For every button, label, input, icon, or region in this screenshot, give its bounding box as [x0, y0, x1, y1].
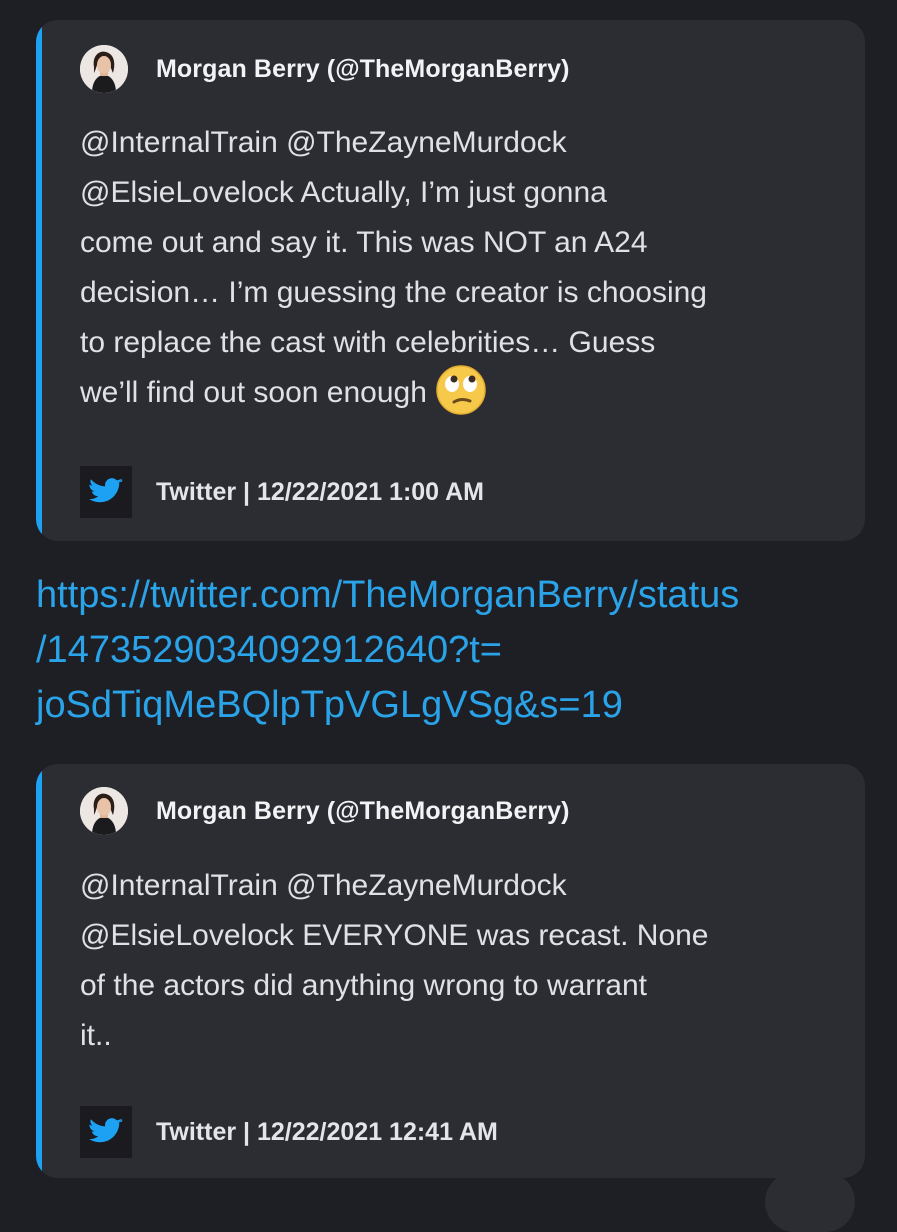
embed-author[interactable]: Morgan Berry (@TheMorganBerry)	[80, 45, 570, 93]
embed-footer-text: Twitter | 12/22/2021 12:41 AM	[156, 1117, 498, 1146]
twitter-bird-icon	[80, 1106, 132, 1158]
embed-footer: Twitter | 12/22/2021 1:00 AM	[80, 466, 484, 518]
embed-footer-text: Twitter | 12/22/2021 1:00 AM	[156, 477, 484, 506]
face-with-rolling-eyes-icon	[436, 365, 486, 415]
twitter-bird-icon	[80, 466, 132, 518]
tweet-line: @ElsieLovelock Actually, I’m just gonna	[80, 176, 607, 209]
tweet-text: @InternalTrain @TheZayneMurdock @ElsieLo…	[80, 118, 840, 418]
tweet-line: decision… I’m guessing the creator is ch…	[80, 276, 707, 309]
embed-author[interactable]: Morgan Berry (@TheMorganBerry)	[80, 787, 570, 835]
author-name[interactable]: Morgan Berry (@TheMorganBerry)	[156, 797, 570, 826]
avatar[interactable]	[80, 787, 128, 835]
tweet-line: @InternalTrain @TheZayneMurdock	[80, 126, 567, 159]
floating-action-button[interactable]	[765, 1172, 855, 1232]
tweet-line: it..	[80, 1019, 112, 1052]
avatar[interactable]	[80, 45, 128, 93]
tweet-text: @InternalTrain @TheZayneMurdock @ElsieLo…	[80, 861, 840, 1061]
tweet-line: @InternalTrain @TheZayneMurdock	[80, 869, 567, 902]
tweet-link[interactable]: https://twitter.com/TheMorganBerry/statu…	[36, 568, 866, 733]
link-line[interactable]: https://twitter.com/TheMorganBerry/statu…	[36, 568, 866, 623]
author-name[interactable]: Morgan Berry (@TheMorganBerry)	[156, 55, 570, 84]
tweet-line: we’ll find out soon enough	[80, 376, 427, 409]
embed-footer: Twitter | 12/22/2021 12:41 AM	[80, 1106, 498, 1158]
tweet-line: of the actors did anything wrong to warr…	[80, 969, 647, 1002]
tweet-line: @ElsieLovelock EVERYONE was recast. None	[80, 919, 709, 952]
tweet-line: come out and say it. This was NOT an A24	[80, 226, 648, 259]
link-line[interactable]: joSdTiqMeBQlpTpVGLgVSg&s=19	[36, 678, 866, 733]
tweet-line: to replace the cast with celebrities… Gu…	[80, 326, 656, 359]
link-line[interactable]: /1473529034092912640?t=	[36, 623, 866, 678]
